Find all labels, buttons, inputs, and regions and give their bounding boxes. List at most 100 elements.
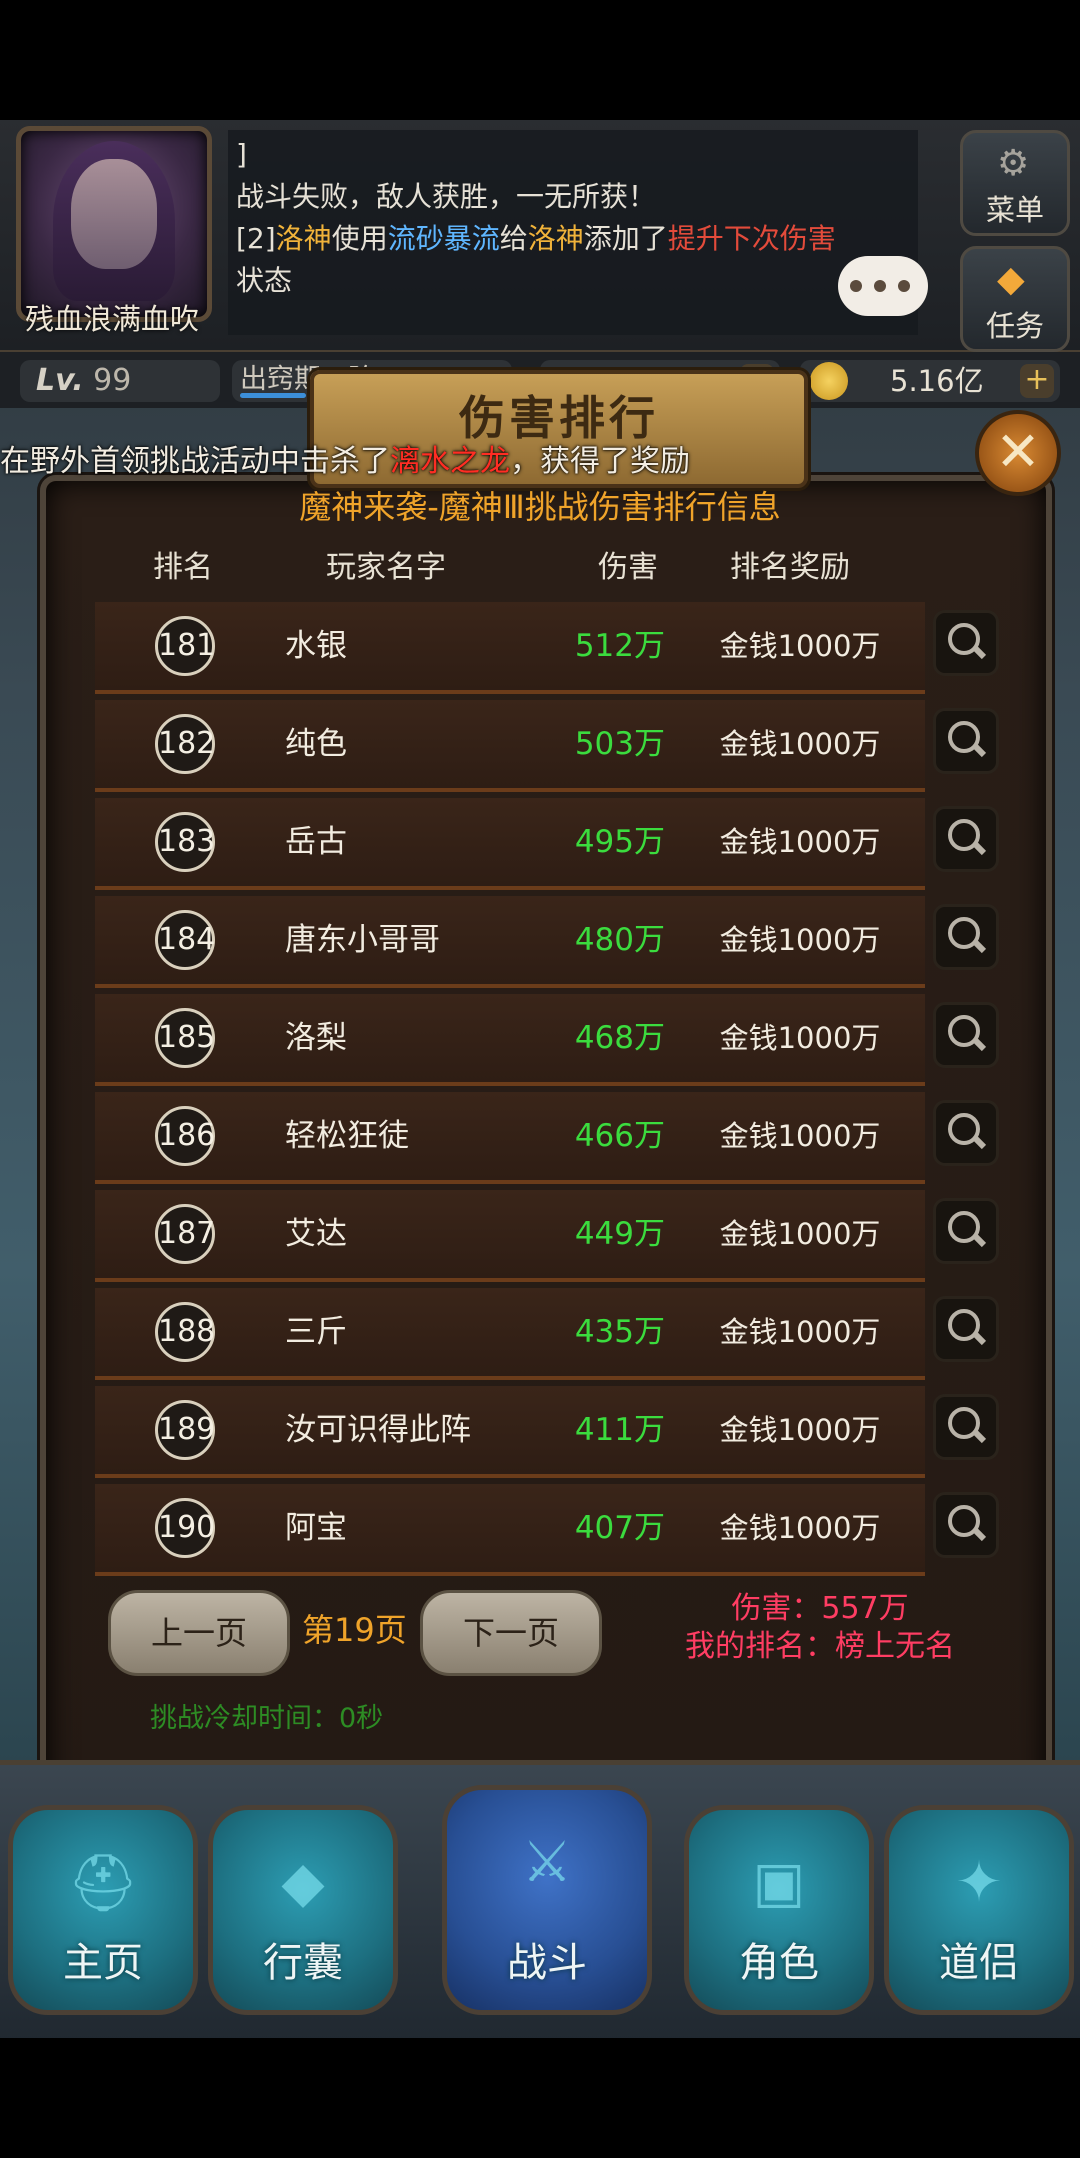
notice-suffix: ，获得了奖励 bbox=[510, 444, 690, 479]
game-screen: 残血浪满血吹 ] 战斗失败，敌人获胜，一无所获！ [2]洛神使用流砂暴流给洛神添… bbox=[0, 120, 1080, 2038]
nav-role[interactable]: ▣ 角色 bbox=[684, 1805, 874, 2015]
reward-cell: 金钱1000万 bbox=[719, 1021, 881, 1055]
reward-cell: 金钱1000万 bbox=[719, 1217, 881, 1251]
avatar[interactable] bbox=[16, 126, 212, 322]
search-icon[interactable] bbox=[933, 1296, 999, 1362]
table-row: 188 三斤 435万 金钱1000万 bbox=[95, 1288, 999, 1380]
header-damage: 伤害 bbox=[598, 550, 658, 585]
chat-verb: 使用 bbox=[331, 222, 388, 255]
rank-badge: 181 bbox=[155, 616, 215, 676]
bottom-nav: ⛑ 主页 ◆ 行囊 ⚔ 战斗 ▣ 角色 ✦ 道侣 bbox=[0, 1760, 1080, 2038]
next-page-button[interactable]: 下一页 bbox=[420, 1590, 602, 1676]
gear-icon: ⚙ bbox=[997, 143, 1030, 184]
system-notice: 在野外首领挑战活动中击杀了漓水之龙，获得了奖励 bbox=[0, 436, 1000, 480]
nav-bag-label: 行囊 bbox=[263, 1940, 343, 1986]
helmet-icon: ⛑ bbox=[67, 1851, 139, 1916]
task-button[interactable]: ◆ 任务 bbox=[960, 246, 1070, 352]
notice-prefix: 在野外首领挑战活动中击杀了 bbox=[0, 444, 390, 479]
reward-cell: 金钱1000万 bbox=[719, 923, 881, 957]
chat-line-3: 状态 bbox=[236, 264, 293, 297]
damage-cell: 435万 bbox=[574, 1314, 665, 1350]
search-icon[interactable] bbox=[933, 1492, 999, 1558]
chat-skill: 流砂暴流 bbox=[387, 222, 500, 255]
player-name-cell: 洛梨 bbox=[285, 1020, 347, 1056]
nav-home[interactable]: ⛑ 主页 bbox=[8, 1805, 198, 2015]
diamond-icon: ◆ bbox=[997, 259, 1025, 300]
rank-badge: 184 bbox=[155, 910, 215, 970]
nav-partner-label: 道侣 bbox=[939, 1940, 1019, 1986]
coin-value: 5.16亿 bbox=[890, 364, 984, 398]
add-coin-button[interactable]: + bbox=[1020, 364, 1054, 398]
rank-badge: 188 bbox=[155, 1302, 215, 1362]
player-name-cell: 艾达 bbox=[285, 1216, 347, 1252]
player-name-cell: 纯色 bbox=[285, 726, 347, 762]
header-rank: 排名 bbox=[153, 550, 213, 585]
task-label: 任务 bbox=[985, 309, 1044, 343]
damage-cell: 480万 bbox=[574, 922, 665, 958]
reward-cell: 金钱1000万 bbox=[719, 1413, 881, 1447]
reward-cell: 金钱1000万 bbox=[719, 1315, 881, 1349]
search-icon[interactable] bbox=[933, 904, 999, 970]
sword-icon: ⚔ bbox=[521, 1830, 573, 1895]
prev-page-button[interactable]: 上一页 bbox=[108, 1590, 290, 1676]
search-icon[interactable] bbox=[933, 1198, 999, 1264]
nav-battle[interactable]: ⚔ 战斗 bbox=[442, 1785, 652, 2015]
damage-cell: 512万 bbox=[574, 628, 665, 664]
table-row: 190 阿宝 407万 金钱1000万 bbox=[95, 1484, 999, 1576]
chat-buff: 提升下次伤害 bbox=[667, 222, 836, 255]
damage-cell: 503万 bbox=[574, 726, 665, 762]
search-icon[interactable] bbox=[933, 708, 999, 774]
pagination: 上一页 第19页 下一页 伤害：557万 我的排名：榜上无名 bbox=[0, 1590, 1080, 1680]
chat-bubble-icon[interactable] bbox=[838, 256, 928, 316]
avatar-face bbox=[71, 159, 157, 269]
my-rank: 我的排名：榜上无名 bbox=[685, 1629, 955, 1664]
player-name-cell: 水银 bbox=[285, 628, 347, 664]
rank-badge: 189 bbox=[155, 1400, 215, 1460]
my-damage: 伤害：557万 bbox=[731, 1591, 909, 1626]
chat-verb2: 添加了 bbox=[583, 222, 668, 255]
bag-icon: ◆ bbox=[281, 1850, 325, 1915]
nav-bag[interactable]: ◆ 行囊 bbox=[208, 1805, 398, 2015]
realm-progress-fill bbox=[240, 393, 306, 398]
search-icon[interactable] bbox=[933, 806, 999, 872]
chat-actor: 洛神 bbox=[275, 222, 332, 255]
top-hud: 残血浪满血吹 ] 战斗失败，敌人获胜，一无所获！ [2]洛神使用流砂暴流给洛神添… bbox=[0, 120, 1080, 353]
table-row: 189 汝可识得此阵 411万 金钱1000万 bbox=[95, 1386, 999, 1478]
reward-cell: 金钱1000万 bbox=[719, 727, 881, 761]
player-name-cell: 轻松狂徒 bbox=[285, 1118, 409, 1154]
player-name: 残血浪满血吹 bbox=[24, 302, 199, 336]
nav-battle-label: 战斗 bbox=[507, 1940, 587, 1986]
table-row: 182 纯色 503万 金钱1000万 bbox=[95, 700, 999, 792]
panel-subtitle: 魔神来袭-魔神Ⅲ挑战伤害排行信息 bbox=[299, 488, 781, 526]
player-name-cell: 岳古 bbox=[285, 824, 347, 860]
rank-badge: 182 bbox=[155, 714, 215, 774]
table-row: 184 唐东小哥哥 480万 金钱1000万 bbox=[95, 896, 999, 988]
nav-partner[interactable]: ✦ 道侣 bbox=[884, 1805, 1074, 2015]
rank-badge: 183 bbox=[155, 812, 215, 872]
rank-badge: 190 bbox=[155, 1498, 215, 1558]
chat-log[interactable]: ] 战斗失败，敌人获胜，一无所获！ [2]洛神使用流砂暴流给洛神添加了提升下次伤… bbox=[228, 130, 918, 335]
table-row: 187 艾达 449万 金钱1000万 bbox=[95, 1190, 999, 1282]
damage-cell: 407万 bbox=[574, 1510, 665, 1546]
my-stats: 伤害：557万 我的排名：榜上无名 bbox=[670, 1590, 970, 1666]
notice-boss: 漓水之龙 bbox=[390, 444, 510, 479]
chat-line-2: [2]洛神使用流砂暴流给洛神添加了提升下次伤害 bbox=[236, 218, 910, 260]
reward-cell: 金钱1000万 bbox=[719, 825, 881, 859]
menu-label: 菜单 bbox=[985, 193, 1044, 227]
table-row: 181 水银 512万 金钱1000万 bbox=[95, 602, 999, 694]
fox-icon: ✦ bbox=[955, 1850, 1003, 1915]
search-icon[interactable] bbox=[933, 610, 999, 676]
page-indicator: 第19页 bbox=[302, 1611, 407, 1649]
damage-cell: 411万 bbox=[574, 1412, 665, 1448]
rank-badge: 185 bbox=[155, 1008, 215, 1068]
damage-cell: 495万 bbox=[574, 824, 665, 860]
header-reward: 排名奖励 bbox=[730, 550, 850, 585]
search-icon[interactable] bbox=[933, 1002, 999, 1068]
reward-cell: 金钱1000万 bbox=[719, 1511, 881, 1545]
rank-badge: 186 bbox=[155, 1106, 215, 1166]
search-icon[interactable] bbox=[933, 1394, 999, 1460]
damage-cell: 468万 bbox=[574, 1020, 665, 1056]
coin-display: 5.16亿 + bbox=[800, 360, 1060, 402]
menu-button[interactable]: ⚙ 菜单 bbox=[960, 130, 1070, 236]
search-icon[interactable] bbox=[933, 1100, 999, 1166]
